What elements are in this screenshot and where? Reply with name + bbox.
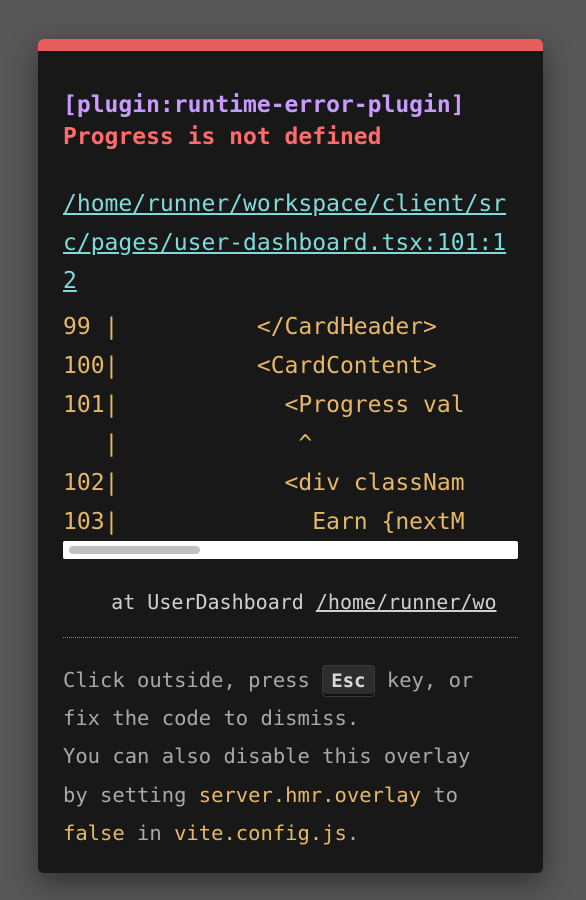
tip-text: Click outside, press xyxy=(63,668,323,692)
config-value: false xyxy=(63,820,125,845)
error-message: Progress is not defined xyxy=(63,124,382,150)
code-frame-line: | ^ xyxy=(63,431,313,457)
tip-text: to xyxy=(420,782,458,807)
code-frame-scrollbar[interactable] xyxy=(63,541,518,559)
stack-trace-prefix: at UserDashboard xyxy=(63,590,316,614)
tip-text: in xyxy=(124,820,175,845)
config-option: server.hmr.overlay xyxy=(198,782,421,807)
code-frame-line: 101| <Progress val xyxy=(63,392,465,418)
stack-trace: at UserDashboard /home/runner/wo xyxy=(63,588,518,616)
tip-line-4: by setting server.hmr.overlay to xyxy=(63,776,523,814)
code-frame-line: 103| Earn {nextM xyxy=(63,509,465,535)
tip-line-5: false in vite.config.js. xyxy=(63,814,523,852)
tip-text: key, or xyxy=(374,668,474,692)
tip-line-1: Click outside, press Esc key, or xyxy=(63,661,523,699)
dismiss-tip: Click outside, press Esc key, or fix the… xyxy=(63,661,523,852)
code-frame-line: 99 | </CardHeader> xyxy=(63,314,437,340)
config-file-name: vite.config.js xyxy=(174,820,347,845)
plugin-name: [plugin:runtime-error-plugin] xyxy=(63,92,465,118)
code-frame-line: 102| <div classNam xyxy=(63,470,465,496)
scrollbar-thumb[interactable] xyxy=(69,546,200,554)
code-frame-line: 100| <CardContent> xyxy=(63,353,437,379)
code-frame-text: 99 | </CardHeader> 100| <CardContent> 101|… xyxy=(63,308,518,542)
stack-trace-file-link[interactable]: /home/runner/wo xyxy=(316,590,497,614)
divider xyxy=(63,637,518,638)
tip-text: by setting xyxy=(63,782,199,807)
code-frame[interactable]: 99 | </CardHeader> 100| <CardContent> 101|… xyxy=(63,308,518,546)
error-overlay: [plugin:runtime-error-plugin] Progress i… xyxy=(38,39,543,873)
esc-key: Esc xyxy=(322,665,375,697)
tip-text: . xyxy=(346,820,360,845)
error-file-link[interactable]: /home/runner/workspace/client/src/pages/… xyxy=(63,185,518,301)
tip-line-3: You can also disable this overlay xyxy=(63,744,471,769)
tip-line-2: fix the code to dismiss. xyxy=(63,706,360,731)
